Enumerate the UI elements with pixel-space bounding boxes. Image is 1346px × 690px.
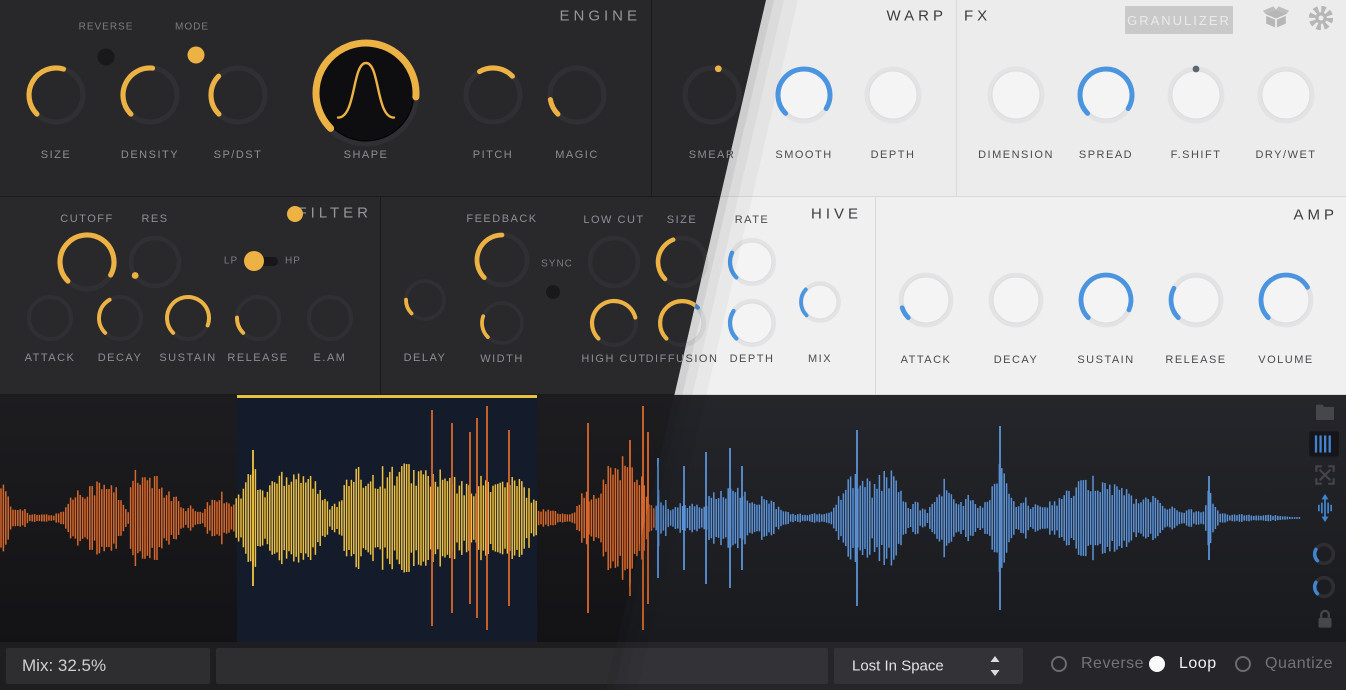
lock-icon[interactable] — [1312, 606, 1338, 632]
preset-box-icon[interactable] — [1262, 4, 1290, 32]
knob-label: WIDTH — [480, 353, 524, 365]
knob-label: DELAY — [403, 352, 447, 364]
preset-dropdown[interactable]: Lost In Space — [834, 648, 1023, 684]
knob-label: PITCH — [472, 149, 514, 161]
knob-label: SUSTAIN — [1077, 354, 1135, 366]
hp-label: HP — [285, 255, 301, 267]
reverse-radio-label: Reverse — [1081, 655, 1145, 672]
engine-section-title: ENGINE — [559, 7, 641, 25]
knob-label: SIZE — [666, 214, 698, 226]
filter-section-title: FILTER — [297, 204, 372, 222]
loop-a-icon[interactable] — [1310, 540, 1338, 568]
knob-label: MIX — [807, 353, 833, 365]
knob-label: FEEDBACK — [466, 213, 538, 225]
granulizer-button[interactable]: GRANULIZER — [1125, 6, 1233, 34]
grains-view-icon[interactable] — [1308, 430, 1340, 458]
knob-label: F.SHIFT — [1170, 149, 1222, 161]
amp-section-title: AMP — [1293, 206, 1338, 224]
knob-label: VOLUME — [1258, 354, 1314, 366]
knob-label: DENSITY — [120, 149, 180, 161]
divider — [651, 0, 652, 196]
preset-name: Lost In Space — [852, 657, 944, 675]
loop-radio[interactable]: Loop — [1149, 655, 1217, 673]
knob-label: SIZE — [40, 149, 72, 161]
knob-label: HIGH CUT — [581, 353, 647, 365]
knob-label: DIMENSION — [978, 149, 1054, 161]
knob-label: DRY/WET — [1255, 149, 1317, 161]
reverse-radio-circle[interactable] — [1051, 656, 1067, 672]
knob-label: DEPTH — [729, 353, 775, 365]
lp-label: LP — [223, 255, 239, 267]
quantize-radio-label: Quantize — [1265, 655, 1334, 672]
mix-value: Mix: 32.5% — [22, 656, 107, 675]
divider — [380, 196, 381, 395]
sync-label: SYNC — [541, 258, 573, 270]
knob-label: E.AM — [313, 352, 347, 364]
lp-hp-switch-knob[interactable] — [244, 251, 264, 271]
reverse-radio[interactable]: Reverse — [1051, 655, 1144, 673]
knob-label: RELEASE — [227, 352, 289, 364]
loop-radio-circle[interactable] — [1149, 656, 1165, 672]
pitch-stretch-icon[interactable] — [1312, 494, 1338, 522]
settings-gear-icon[interactable] — [1306, 3, 1336, 33]
preset-stepper-icon[interactable] — [989, 655, 1001, 677]
knob-label: RES — [141, 213, 169, 225]
knob-label: RATE — [734, 214, 770, 226]
knob-label: DECAY — [97, 352, 143, 364]
loop-radio-label: Loop — [1179, 655, 1217, 672]
knob-label: ATTACK — [24, 352, 76, 364]
knob-label: ATTACK — [900, 354, 952, 366]
fx-section-title: FX — [964, 7, 992, 25]
knob-label: SUSTAIN — [159, 352, 217, 364]
knob-label: MAGIC — [555, 149, 599, 161]
folder-icon[interactable] — [1312, 400, 1338, 424]
quantize-radio[interactable]: Quantize — [1235, 655, 1333, 673]
knob-label: CUTOFF — [60, 213, 114, 225]
reverse-label: REVERSE — [78, 21, 134, 33]
knob-label: SHAPE — [343, 149, 389, 161]
filter-enable-dot[interactable] — [287, 206, 303, 222]
knob-label: SPREAD — [1078, 149, 1134, 161]
knob-label: SMOOTH — [775, 149, 833, 161]
sync-toggle[interactable] — [546, 285, 560, 299]
granulizer-plugin-window: ENGINE WARP FX FILTER HIVE AMP REVERSE M… — [0, 0, 1346, 690]
knob-label: SP/DST — [213, 149, 263, 161]
knob-label: RELEASE — [1165, 354, 1227, 366]
knob-label: DECAY — [993, 354, 1039, 366]
warp-section-title: WARP — [886, 7, 947, 25]
divider — [956, 0, 957, 196]
expand-icon[interactable] — [1312, 462, 1338, 488]
knob-label: LOW CUT — [583, 214, 645, 226]
knob-label: DEPTH — [870, 149, 916, 161]
reverse-toggle[interactable] — [97, 48, 115, 66]
quantize-radio-circle[interactable] — [1235, 656, 1251, 672]
loop-b-icon[interactable] — [1310, 573, 1338, 601]
divider — [875, 196, 876, 395]
mode-label: MODE — [175, 21, 209, 33]
mix-value-box[interactable]: Mix: 32.5% — [6, 648, 210, 684]
knob-label: SMEAR — [688, 149, 736, 161]
hive-section-title: HIVE — [810, 205, 862, 223]
